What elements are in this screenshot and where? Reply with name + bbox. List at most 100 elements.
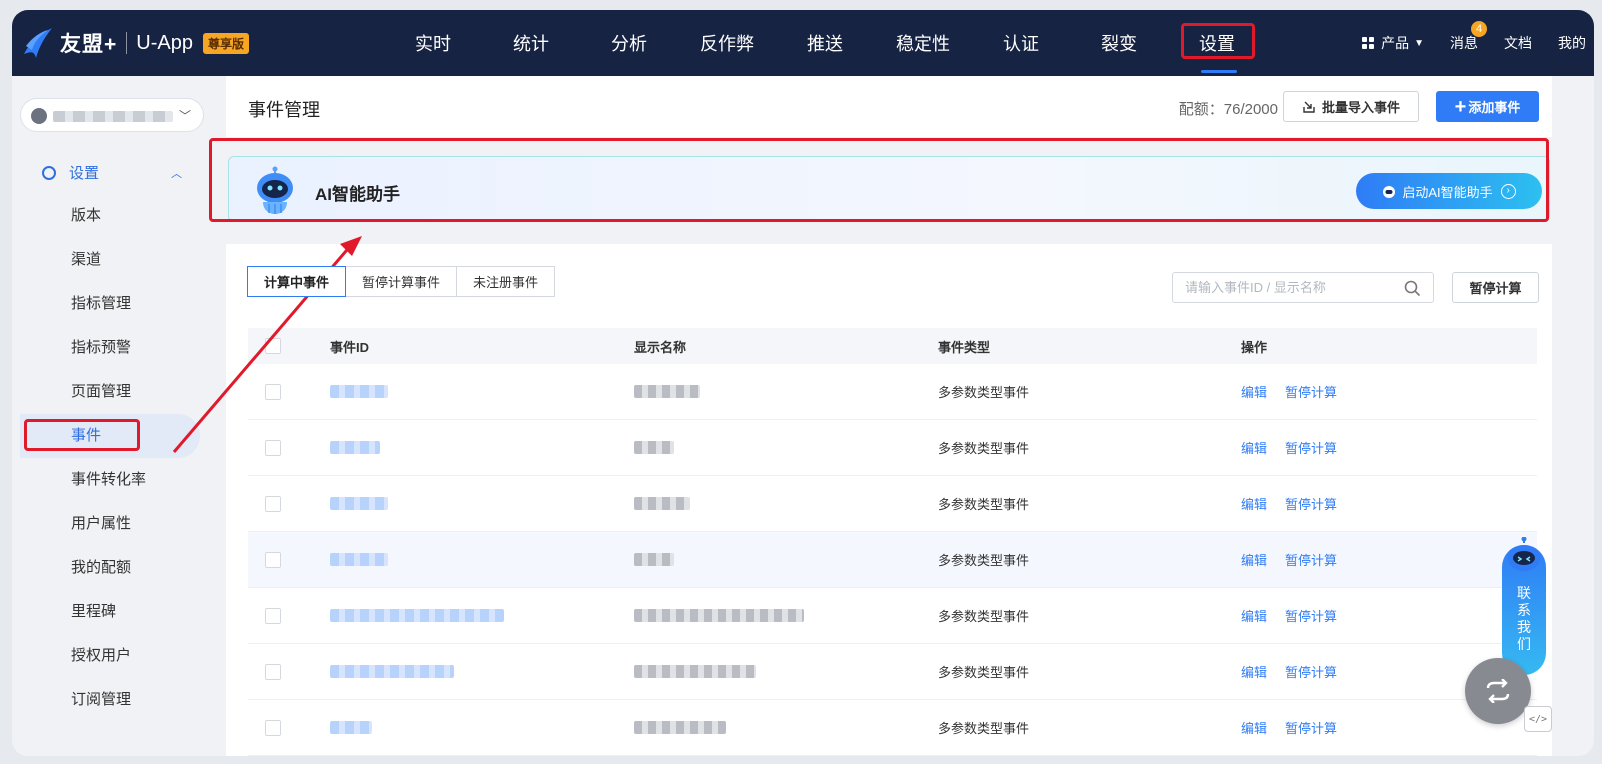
code-icon[interactable]: </>: [1524, 706, 1552, 732]
nav-item-7[interactable]: 裂变: [1070, 10, 1168, 76]
row-checkbox[interactable]: [265, 495, 281, 512]
product-menu[interactable]: 产品 ▼: [1362, 33, 1424, 53]
row-select-cell: [248, 719, 330, 736]
event-id-cell: [330, 553, 634, 566]
sidebar-item-label: 版本: [71, 207, 102, 224]
nav-item-5[interactable]: 稳定性: [874, 10, 972, 76]
nav-item-label: 实时: [415, 34, 451, 54]
pause-calc-button[interactable]: 暂停计算: [1452, 272, 1539, 303]
nav-item-1[interactable]: 统计: [482, 10, 580, 76]
sidebar-item-9[interactable]: 里程碑: [20, 590, 200, 634]
nav-item-4[interactable]: 推送: [776, 10, 874, 76]
row-checkbox[interactable]: [265, 551, 281, 568]
messages-link[interactable]: 消息 4: [1450, 21, 1487, 53]
brand-app: U-App: [136, 31, 193, 54]
row-checkbox[interactable]: [265, 439, 281, 456]
edit-link[interactable]: 编辑: [1241, 441, 1267, 456]
import-icon: [1303, 101, 1315, 113]
edit-link[interactable]: 编辑: [1241, 721, 1267, 736]
edit-link[interactable]: 编辑: [1241, 497, 1267, 512]
nav-item-6[interactable]: 认证: [972, 10, 1070, 76]
docs-link[interactable]: 文档: [1504, 33, 1532, 53]
event-id-blurred[interactable]: [330, 665, 454, 678]
event-search[interactable]: [1172, 272, 1434, 303]
pause-calc-link[interactable]: 暂停计算: [1285, 721, 1337, 736]
row-checkbox[interactable]: [265, 663, 281, 680]
nav-item-3[interactable]: 反作弊: [678, 10, 776, 76]
display-name-cell: [634, 441, 938, 454]
sidebar-item-6[interactable]: 事件转化率: [20, 458, 200, 502]
chevron-up-icon: ︿: [171, 167, 182, 180]
display-name-cell: [634, 721, 938, 734]
caret-down-icon: ▼: [1414, 37, 1424, 49]
event-type-cell: 多参数类型事件: [938, 609, 1030, 624]
sidebar-item-label: 页面管理: [71, 383, 132, 400]
contact-us-widget[interactable]: 联系我们: [1502, 537, 1546, 675]
search-icon[interactable]: [1404, 280, 1421, 297]
nav-item-2[interactable]: 分析: [580, 10, 678, 76]
tab-2[interactable]: 未注册事件: [456, 266, 556, 297]
brand-name: 友盟+: [60, 33, 118, 56]
sidebar-item-0[interactable]: 版本: [20, 194, 200, 238]
event-id-blurred[interactable]: [330, 497, 388, 510]
row-checkbox[interactable]: [265, 719, 281, 736]
sidebar-item-3[interactable]: 指标预警: [20, 326, 200, 370]
sidebar-item-7[interactable]: 用户属性: [20, 502, 200, 546]
event-id-cell: [330, 441, 634, 454]
sidebar-item-11[interactable]: 订阅管理: [20, 678, 200, 722]
add-event-button[interactable]: + 添加事件: [1436, 91, 1539, 122]
event-type-cell: 多参数类型事件: [938, 553, 1030, 568]
batch-import-button[interactable]: 批量导入事件: [1283, 91, 1419, 122]
pause-calc-link[interactable]: 暂停计算: [1285, 609, 1337, 624]
tab-0[interactable]: 计算中事件: [247, 266, 347, 297]
select-all-checkbox[interactable]: [265, 338, 281, 354]
sidebar: ﹀ 设置 ︿ 版本渠道指标管理指标预警页面管理事件 事件转化率用户属性我的配额里程…: [12, 76, 222, 756]
actions-cell: 编辑 暂停计算: [1241, 382, 1537, 401]
sidebar-item-8[interactable]: 我的配额: [20, 546, 200, 590]
sidebar-group-label: 设置: [69, 165, 100, 182]
display-name-blurred: [634, 385, 700, 398]
display-name-blurred: [634, 553, 674, 566]
brand-logo[interactable]: 友盟+ U-App 尊享版: [20, 24, 249, 62]
sidebar-item-4[interactable]: 页面管理: [20, 370, 200, 414]
sidebar-item-1[interactable]: 渠道: [20, 238, 200, 282]
switch-button[interactable]: [1465, 658, 1531, 724]
display-name-blurred: [634, 609, 804, 622]
sidebar-item-5[interactable]: 事件: [20, 414, 200, 458]
nav-item-8[interactable]: 设置: [1168, 10, 1266, 76]
sidebar-item-label: 用户属性: [71, 515, 132, 532]
event-search-input[interactable]: [1173, 273, 1393, 302]
tab-1[interactable]: 暂停计算事件: [345, 266, 458, 297]
pause-calc-link[interactable]: 暂停计算: [1285, 441, 1337, 456]
pause-calc-link[interactable]: 暂停计算: [1285, 553, 1337, 568]
event-id-blurred[interactable]: [330, 609, 504, 622]
edit-link[interactable]: 编辑: [1241, 385, 1267, 400]
event-id-blurred[interactable]: [330, 385, 388, 398]
plus-icon: +: [1454, 95, 1467, 118]
row-checkbox[interactable]: [265, 607, 281, 624]
event-id-blurred[interactable]: [330, 721, 372, 734]
sidebar-item-10[interactable]: 授权用户: [20, 634, 200, 678]
row-checkbox[interactable]: [265, 383, 281, 400]
nav-right: 产品 ▼ 消息 4 文档 我的: [1336, 10, 1586, 76]
pause-calc-link[interactable]: 暂停计算: [1285, 665, 1337, 680]
display-name-cell: [634, 553, 938, 566]
app-selector[interactable]: ﹀: [20, 98, 204, 132]
pause-calc-link[interactable]: 暂停计算: [1285, 385, 1337, 400]
user-menu[interactable]: 我的: [1558, 33, 1586, 53]
nav-item-label: 分析: [611, 34, 647, 54]
table-row: 多参数类型事件 编辑 暂停计算: [248, 420, 1537, 476]
sidebar-group-settings[interactable]: 设置 ︿: [42, 162, 182, 183]
edit-link[interactable]: 编辑: [1241, 665, 1267, 680]
actions-cell: 编辑 暂停计算: [1241, 438, 1537, 457]
event-id-blurred[interactable]: [330, 553, 388, 566]
header-event-type: 事件类型: [938, 339, 991, 355]
sidebar-item-label: 里程碑: [71, 603, 117, 620]
sidebar-item-label: 指标管理: [71, 295, 132, 312]
edit-link[interactable]: 编辑: [1241, 609, 1267, 624]
event-id-blurred[interactable]: [330, 441, 380, 454]
pause-calc-link[interactable]: 暂停计算: [1285, 497, 1337, 512]
edit-link[interactable]: 编辑: [1241, 553, 1267, 568]
sidebar-item-2[interactable]: 指标管理: [20, 282, 200, 326]
nav-item-0[interactable]: 实时: [384, 10, 482, 76]
